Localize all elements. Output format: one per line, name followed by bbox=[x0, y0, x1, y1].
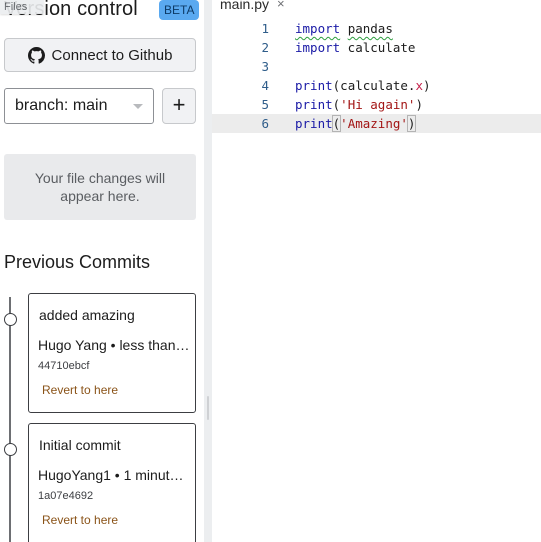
line-number: 4 bbox=[261, 78, 269, 93]
token-attribute: x bbox=[415, 78, 423, 93]
token-builtin: print bbox=[295, 116, 333, 131]
token-module: pandas bbox=[347, 21, 393, 36]
add-branch-button[interactable]: + bbox=[162, 88, 196, 124]
code-editor: main.py × 1 import pandas 2 import calcu… bbox=[212, 0, 541, 542]
token-string: 'Amazing' bbox=[340, 116, 408, 131]
connect-github-label: Connect to Github bbox=[51, 46, 173, 64]
commit-timeline-dot bbox=[4, 443, 17, 456]
panel-header: Version control Files BETA bbox=[0, 0, 204, 26]
bracket-match: ) bbox=[406, 115, 417, 132]
commit-timeline-dot bbox=[4, 313, 17, 326]
chevron-down-icon bbox=[133, 104, 143, 109]
commit-author-time: HugoYang1 • 1 minute ago bbox=[38, 467, 190, 483]
line-number: 2 bbox=[261, 40, 269, 55]
code-line-active[interactable]: 6 print('Amazing') bbox=[212, 114, 541, 133]
line-code: import pandas bbox=[295, 19, 393, 38]
commit-hash: 44710ebcf bbox=[38, 360, 90, 372]
branch-select-value: branch: main bbox=[15, 97, 108, 114]
previous-commits-heading: Previous Commits bbox=[4, 252, 151, 272]
code-area[interactable]: 1 import pandas 2 import calculate 3 4 p… bbox=[212, 18, 541, 542]
file-changes-text-line2: appear here. bbox=[60, 188, 140, 204]
beta-badge: BETA bbox=[159, 0, 200, 20]
code-line[interactable]: 5 print('Hi again') bbox=[212, 95, 541, 114]
revert-to-here-link[interactable]: Revert to here bbox=[42, 383, 118, 397]
commit-message: Initial commit bbox=[39, 437, 121, 453]
line-number: 5 bbox=[261, 97, 269, 112]
code-line[interactable]: 1 import pandas bbox=[212, 19, 541, 38]
file-changes-text-line1: Your file changes will bbox=[34, 170, 166, 186]
line-code: print('Hi again') bbox=[295, 97, 423, 112]
commit-timeline bbox=[9, 297, 11, 542]
resize-grip-icon[interactable] bbox=[207, 396, 209, 420]
token-builtin: print bbox=[295, 97, 333, 112]
code-line[interactable]: 3 bbox=[212, 57, 541, 76]
line-code: print(calculate.x) bbox=[295, 78, 431, 93]
panel-resize-splitter[interactable] bbox=[204, 0, 212, 542]
token-keyword: import bbox=[295, 21, 341, 36]
token-keyword: import bbox=[295, 40, 341, 55]
branch-select[interactable]: branch: main bbox=[4, 88, 154, 124]
editor-tab-bar: main.py × bbox=[212, 0, 541, 12]
token-builtin: print bbox=[295, 78, 333, 93]
line-number: 6 bbox=[261, 116, 269, 131]
connect-github-button[interactable]: Connect to Github bbox=[4, 38, 196, 72]
token-string: 'Hi again' bbox=[340, 97, 416, 112]
line-number: 3 bbox=[261, 59, 269, 74]
line-number: 1 bbox=[261, 21, 269, 36]
commit-hash: 1a07e4692 bbox=[38, 490, 94, 502]
commit-message: added amazing bbox=[39, 307, 135, 323]
close-icon[interactable]: × bbox=[277, 0, 285, 11]
line-code: import calculate bbox=[295, 40, 416, 55]
commit-card: added amazing Hugo Yang • less than a mi… bbox=[28, 293, 196, 413]
code-line[interactable]: 4 print(calculate.x) bbox=[212, 76, 541, 95]
commit-card: Initial commit HugoYang1 • 1 minute ago … bbox=[28, 423, 196, 542]
code-line[interactable]: 2 import calculate bbox=[212, 38, 541, 57]
github-icon bbox=[27, 46, 45, 64]
files-tab-drag-ghost[interactable]: Files bbox=[0, 0, 44, 14]
tab-main-py[interactable]: main.py × bbox=[212, 0, 292, 12]
tab-label: main.py bbox=[220, 0, 270, 12]
file-changes-placeholder: Your file changes will appear here. bbox=[4, 154, 196, 220]
version-control-panel: Version control Files BETA Connect to Gi… bbox=[0, 0, 204, 542]
line-code: print('Amazing') bbox=[295, 114, 417, 133]
revert-to-here-link[interactable]: Revert to here bbox=[42, 513, 118, 527]
commit-author-time: Hugo Yang • less than a minute ago bbox=[38, 337, 190, 353]
